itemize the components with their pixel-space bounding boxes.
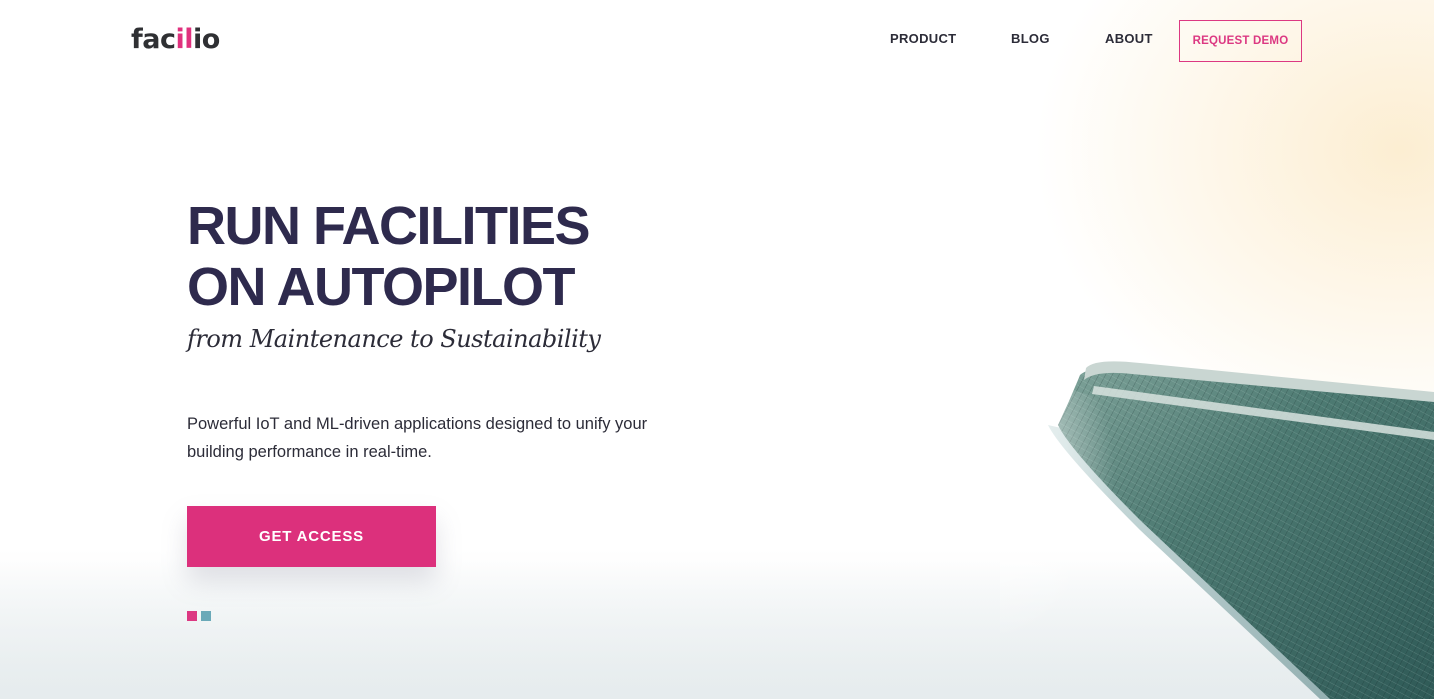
logo-text-end: io	[193, 24, 220, 55]
request-demo-button[interactable]: REQUEST DEMO	[1179, 20, 1302, 62]
slider-dot-2[interactable]	[201, 611, 211, 621]
landing-page: facilio PRODUCT BLOG ABOUT REQUEST DEMO …	[0, 0, 1434, 699]
hero-headline-line1: RUN FACILITIES	[187, 196, 591, 256]
hero-description: Powerful IoT and ML-driven applications …	[187, 415, 648, 461]
facilio-logo[interactable]: facilio	[131, 22, 220, 58]
nav-item-product[interactable]: PRODUCT	[890, 31, 956, 47]
logo-text-accent: il	[175, 24, 193, 55]
get-access-button[interactable]: GET ACCESS	[187, 506, 436, 567]
skyscraper-image	[1000, 361, 1434, 699]
hero-headline-line2: ON AUTOPILOT	[187, 257, 576, 317]
logo-text-start: fac	[131, 24, 176, 55]
slider-dot-1[interactable]	[187, 611, 197, 621]
nav-item-about[interactable]: ABOUT	[1105, 31, 1153, 47]
nav-item-blog[interactable]: BLOG	[1011, 31, 1050, 47]
hero-headline: RUN FACILITIES ON AUTOPILOT	[187, 196, 591, 318]
hero-subheadline: from Maintenance to Sustainability	[187, 325, 601, 353]
slider-dots	[187, 611, 211, 621]
